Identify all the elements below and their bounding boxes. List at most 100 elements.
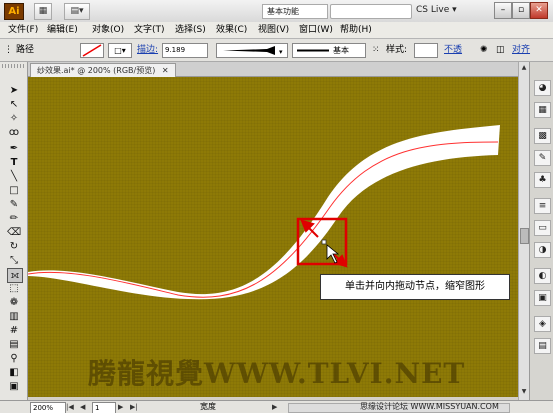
stroke-label[interactable]: 描边: — [137, 43, 158, 57]
scale-tool-icon[interactable]: ⤡ — [7, 254, 21, 267]
close-tab-icon[interactable]: ✕ — [162, 66, 169, 75]
search-input[interactable] — [330, 4, 412, 19]
brushes-panel-icon[interactable]: ✎ — [534, 150, 551, 166]
variable-width-profile-dropdown[interactable]: ▾ — [216, 43, 288, 58]
vertical-scrollbar[interactable]: ▲ ▼ — [518, 62, 529, 400]
next-artboard-icon[interactable]: ▶ — [118, 402, 123, 412]
gradient-tool-icon[interactable]: ▤ — [7, 338, 21, 351]
scroll-up-icon[interactable]: ▲ — [520, 64, 528, 72]
direct-selection-tool-icon[interactable]: ↖ — [7, 98, 21, 111]
menu-type[interactable]: 文字(T) — [132, 23, 167, 37]
scroll-down-icon[interactable]: ▼ — [520, 388, 528, 396]
stroke-weight-input[interactable]: 9.189 — [162, 43, 208, 58]
opacity-label[interactable]: 不透 — [444, 43, 462, 57]
rectangle-tool-icon[interactable]: □ — [7, 184, 21, 197]
bridge-button[interactable]: ▦ — [34, 3, 52, 20]
maximize-button[interactable]: ▫ — [512, 2, 530, 19]
stroke-swatch[interactable]: □▾ — [108, 43, 132, 58]
eyedropper-tool-icon[interactable]: ⚲ — [7, 352, 21, 365]
previous-artboard-icon[interactable]: ◀ — [80, 402, 85, 412]
vertical-scroll-thumb[interactable] — [520, 228, 529, 244]
pen-tool-icon[interactable]: ✒ — [7, 142, 21, 155]
cs-live-label: CS Live — [416, 5, 450, 15]
minimize-button[interactable]: – — [494, 2, 512, 19]
menu-object[interactable]: 对象(O) — [90, 23, 126, 37]
menu-select[interactable]: 选择(S) — [173, 23, 208, 37]
rotate-tool-icon[interactable]: ↻ — [7, 240, 21, 253]
illustrator-window: Ai ▦ ▤▾ 基本功能 CS Live ▾ – ▫ ✕ 文件(F) 编辑(E)… — [0, 0, 553, 413]
brush-icon — [297, 49, 329, 52]
cs-live-button[interactable]: CS Live ▾ — [416, 3, 457, 18]
menu-view[interactable]: 视图(V) — [256, 23, 291, 37]
status-tool-name: 宽度 — [200, 402, 216, 411]
zoom-level-field[interactable]: 200% — [30, 402, 66, 413]
watermark: 腾龍視覺WWW.TLVI.NET — [88, 357, 466, 390]
appearance-panel-icon[interactable]: ◐ — [534, 268, 551, 284]
eraser-tool-icon[interactable]: ⌫ — [7, 226, 21, 239]
menu-bar: 文件(F) 编辑(E) 对象(O) 文字(T) 选择(S) 效果(C) 视图(V… — [0, 22, 553, 39]
artboards-panel-icon[interactable]: ▤ — [534, 338, 551, 354]
lasso-tool-icon[interactable]: ꝏ — [7, 126, 21, 139]
title-bar: Ai ▦ ▤▾ 基本功能 CS Live ▾ – ▫ ✕ — [0, 0, 553, 23]
menu-file[interactable]: 文件(F) — [6, 23, 40, 37]
width-cursor-icon — [326, 244, 340, 264]
type-tool-icon[interactable]: T — [7, 156, 21, 169]
menu-effect[interactable]: 效果(C) — [214, 23, 249, 37]
transparency-panel-icon[interactable]: ◑ — [534, 242, 551, 258]
align-label[interactable]: 对齐 — [512, 43, 530, 57]
graphic-style-swatch[interactable] — [414, 43, 438, 58]
width-tool-icon[interactable]: ⟗ — [7, 268, 23, 283]
panel-dock: ◕ ▦ ▩ ✎ ♣ ≡ ▭ ◑ ◐ ▣ ◈ ▤ — [529, 62, 553, 402]
fill-swatch[interactable] — [80, 43, 104, 58]
symbol-sprayer-tool-icon[interactable]: ❁ — [7, 296, 21, 309]
menu-window[interactable]: 窗口(W) — [297, 23, 335, 37]
isolate-icon[interactable]: ◫ — [496, 43, 505, 57]
magic-wand-tool-icon[interactable]: ✧ — [7, 112, 21, 125]
last-artboard-icon[interactable]: ▶| — [130, 402, 138, 412]
line-tool-icon[interactable]: ╲ — [7, 170, 21, 183]
fill-stroke-icon[interactable]: ◧ — [7, 366, 21, 379]
close-button[interactable]: ✕ — [530, 2, 548, 19]
width-profile-icon: ▾ — [223, 46, 283, 56]
style-label: 样式: — [386, 45, 408, 55]
paintbrush-tool-icon[interactable]: ✎ — [7, 198, 21, 211]
graphic-styles-panel-icon[interactable]: ▣ — [534, 290, 551, 306]
document-tab-label: 纱效果.ai* @ 200% (RGB/预览) — [37, 66, 156, 75]
artboard-canvas[interactable]: 腾龍視覺WWW.TLVI.NET 单击并向内拖动节点，缩窄图形 — [28, 77, 518, 397]
artboard-number-field[interactable]: 1 — [92, 402, 116, 413]
menu-help[interactable]: 帮助(H) — [338, 23, 374, 37]
brush-definition-dropdown[interactable]: 基本 — [292, 43, 366, 58]
screen-mode-icon[interactable]: ▣ — [7, 380, 21, 393]
symbols-panel-icon[interactable]: ♣ — [534, 172, 551, 188]
gradient-panel-icon[interactable]: ▭ — [534, 220, 551, 236]
first-artboard-icon[interactable]: |◀ — [66, 402, 74, 412]
app-logo-icon: Ai — [4, 3, 24, 20]
selection-type-label: 路径 — [16, 45, 35, 55]
layers-panel-icon[interactable]: ◈ — [534, 316, 551, 332]
free-transform-tool-icon[interactable]: ⬚ — [7, 282, 21, 295]
brush-profile-label: 基本 — [333, 46, 349, 55]
selection-tool-icon[interactable]: ➤ — [7, 84, 21, 97]
artwork-svg[interactable] — [28, 77, 518, 397]
status-menu-icon[interactable]: ▶ — [272, 402, 277, 412]
document-tab-bar: 纱效果.ai* @ 200% (RGB/预览) ✕ — [28, 62, 518, 77]
document-tab[interactable]: 纱效果.ai* @ 200% (RGB/预览) ✕ — [30, 63, 176, 77]
panel-grip[interactable] — [2, 64, 24, 68]
grip-icon: ⋮ — [4, 45, 13, 55]
pencil-tool-icon[interactable]: ✏ — [7, 212, 21, 225]
workspace-switcher[interactable]: 基本功能 — [262, 4, 328, 19]
swatches-panel-icon[interactable]: ▩ — [534, 128, 551, 144]
color-guide-icon[interactable]: ▦ — [534, 102, 551, 118]
arrange-documents-button[interactable]: ▤▾ — [64, 3, 90, 20]
tools-panel: ➤ ↖ ✧ ꝏ ✒ T ╲ □ ✎ ✏ ⌫ ↻ ⤡ ⟗ ⬚ ❁ ▥ # ▤ ⚲ … — [0, 62, 28, 402]
fill-none-icon — [82, 44, 102, 57]
recolor-icon[interactable]: ✺ — [480, 43, 488, 57]
stroke-panel-icon[interactable]: ≡ — [534, 198, 551, 214]
mesh-tool-icon[interactable]: # — [7, 324, 21, 337]
menu-edit[interactable]: 编辑(E) — [45, 23, 80, 37]
more-icon: ⁙ — [372, 45, 380, 55]
svg-text:▾: ▾ — [279, 48, 283, 56]
width-point-node[interactable] — [321, 239, 327, 245]
color-panel-icon[interactable]: ◕ — [534, 80, 551, 96]
graph-tool-icon[interactable]: ▥ — [7, 310, 21, 323]
